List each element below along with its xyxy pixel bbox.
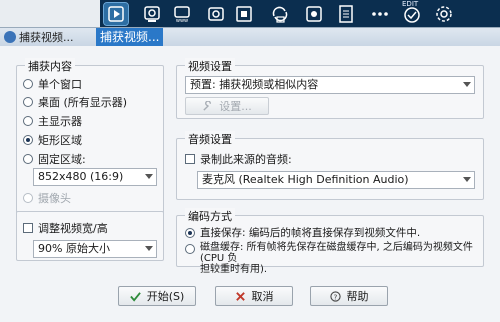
svg-text:www: www [176, 18, 188, 24]
option-label: 桌面 (所有显示器) [38, 96, 128, 109]
encoding-disk-label-line2: 担较重时有用). [200, 264, 268, 275]
web-capture-icon[interactable]: www [170, 3, 194, 25]
option-fixed-region[interactable]: 固定区域: [23, 151, 86, 167]
encoding-legend: 编码方式 [185, 208, 235, 224]
record-audio-checkbox[interactable] [185, 154, 195, 164]
encoding-direct-label: 直接保存: 编码后的帧将直接保存到视频文件中. [200, 227, 421, 239]
option-webcam: 摄像头 [23, 190, 71, 206]
fixed-size-select[interactable]: 852x480 (16:9) [33, 168, 157, 186]
video-capture-icon[interactable] [103, 2, 129, 26]
dialog-title: 捕获视频... [19, 31, 74, 44]
chevron-down-icon [145, 246, 153, 251]
screenshot-icon[interactable] [232, 3, 256, 25]
option-label: 主显示器 [38, 115, 82, 128]
help-button-label: 帮助 [346, 290, 369, 303]
chevron-down-icon [145, 174, 153, 179]
chevron-down-icon [463, 177, 471, 182]
start-button-label: 开始(S) [146, 290, 185, 303]
app-icon [4, 31, 16, 43]
radio-single-window[interactable] [23, 79, 33, 89]
radio-rectangle[interactable] [23, 135, 33, 145]
chevron-down-icon [463, 82, 471, 87]
audio-settings-group: 音频设置 录制此来源的音频: 麦克风 (Realtek High Definit… [176, 131, 484, 200]
video-settings-group: 视频设置 预置: 捕获视频或相似内容 设置... [176, 58, 484, 119]
settings-icon[interactable] [432, 3, 456, 25]
encoding-direct-row[interactable]: 直接保存: 编码后的帧将直接保存到视频文件中. [185, 225, 420, 240]
radio-disk-cache[interactable] [185, 244, 195, 254]
webcam-label: 摄像头 [38, 192, 71, 205]
cancel-button-label: 取消 [251, 290, 274, 303]
option-rectangle[interactable]: 矩形区域 [23, 132, 82, 148]
option-label: 固定区域: [38, 153, 86, 166]
video-settings-button[interactable]: 设置... [185, 97, 269, 115]
help-button[interactable]: ? 帮助 [310, 286, 388, 306]
toolbar-left-area [0, 0, 100, 28]
wrench-icon [203, 100, 212, 111]
radio-direct-save[interactable] [185, 227, 195, 238]
check-icon [129, 291, 141, 302]
dialog-title-highlight: 捕获视频... [96, 28, 164, 46]
radio-primary-monitor[interactable] [23, 116, 33, 126]
video-settings-legend: 视频设置 [185, 58, 235, 74]
record-audio-label: 录制此来源的音频: [200, 153, 292, 166]
resize-checkbox-row[interactable]: 调整视频宽/高 [23, 220, 108, 236]
encoding-group: 编码方式 直接保存: 编码后的帧将直接保存到视频文件中. 磁盘缓存: 所有帧将先… [176, 208, 484, 275]
cancel-button[interactable]: 取消 [215, 286, 293, 306]
radio-desktop[interactable] [23, 97, 33, 107]
capture-video-dialog: 捕获视频... 捕获视频... 捕获内容 单个窗口 桌面 (所有显示器) 主显示… [0, 27, 500, 322]
video-edit-icon[interactable] [302, 3, 326, 25]
option-label: 矩形区域 [38, 134, 82, 147]
option-label: 单个窗口 [38, 78, 82, 91]
option-single-window[interactable]: 单个窗口 [23, 76, 82, 92]
encoding-disk-label-line1: 磁盘缓存: 所有帧将先保存在磁盘缓存中, 之后编码为视频文件 (CPU 负 [200, 242, 473, 264]
resize-checkbox[interactable] [23, 223, 33, 233]
help-icon: ? [329, 290, 341, 302]
audio-device-value: 麦克风 (Realtek High Definition Audio) [202, 173, 409, 186]
capture-content-group: 捕获内容 单个窗口 桌面 (所有显示器) 主显示器 矩形区域 固定区域: 852… [16, 58, 164, 226]
resize-group: 调整视频宽/高 90% 原始大小 [16, 211, 164, 261]
option-primary-monitor[interactable]: 主显示器 [23, 113, 82, 129]
encoding-disk-label: 磁盘缓存: 所有帧将先保存在磁盘缓存中, 之后编码为视频文件 (CPU 负 担较… [200, 242, 485, 275]
title-bar: 捕获视频... 捕获视频... [0, 28, 500, 46]
svg-text:?: ? [333, 292, 337, 301]
image-capture-icon[interactable] [204, 3, 228, 25]
audio-device-select[interactable]: 麦克风 (Realtek High Definition Audio) [197, 171, 475, 189]
video-settings-button-label: 设置... [219, 100, 252, 113]
capture-content-legend: 捕获内容 [25, 58, 75, 74]
scale-value: 90% 原始大小 [38, 242, 110, 255]
webcam-capture-icon[interactable] [140, 3, 164, 25]
video-preset-select[interactable]: 预置: 捕获视频或相似内容 [185, 76, 475, 94]
scale-select[interactable]: 90% 原始大小 [33, 240, 157, 258]
convert-icon[interactable] [268, 3, 292, 25]
video-preset-value: 预置: 捕获视频或相似内容 [190, 78, 319, 91]
edit-check-icon[interactable] [400, 3, 424, 25]
radio-webcam [23, 193, 33, 203]
audio-settings-legend: 音频设置 [185, 131, 235, 147]
record-audio-row[interactable]: 录制此来源的音频: [185, 151, 292, 167]
encoding-disk-row[interactable]: 磁盘缓存: 所有帧将先保存在磁盘缓存中, 之后编码为视频文件 (CPU 负 担较… [185, 242, 485, 275]
close-icon [235, 291, 245, 301]
radio-fixed-region[interactable] [23, 154, 33, 164]
fixed-size-value: 852x480 (16:9) [38, 170, 124, 183]
start-button[interactable]: 开始(S) [118, 286, 196, 306]
option-desktop[interactable]: 桌面 (所有显示器) [23, 94, 127, 110]
document-icon[interactable] [334, 3, 358, 25]
top-toolbar: www EDIT [0, 0, 500, 28]
resize-label: 调整视频宽/高 [38, 222, 108, 235]
more-icon[interactable] [368, 3, 392, 25]
